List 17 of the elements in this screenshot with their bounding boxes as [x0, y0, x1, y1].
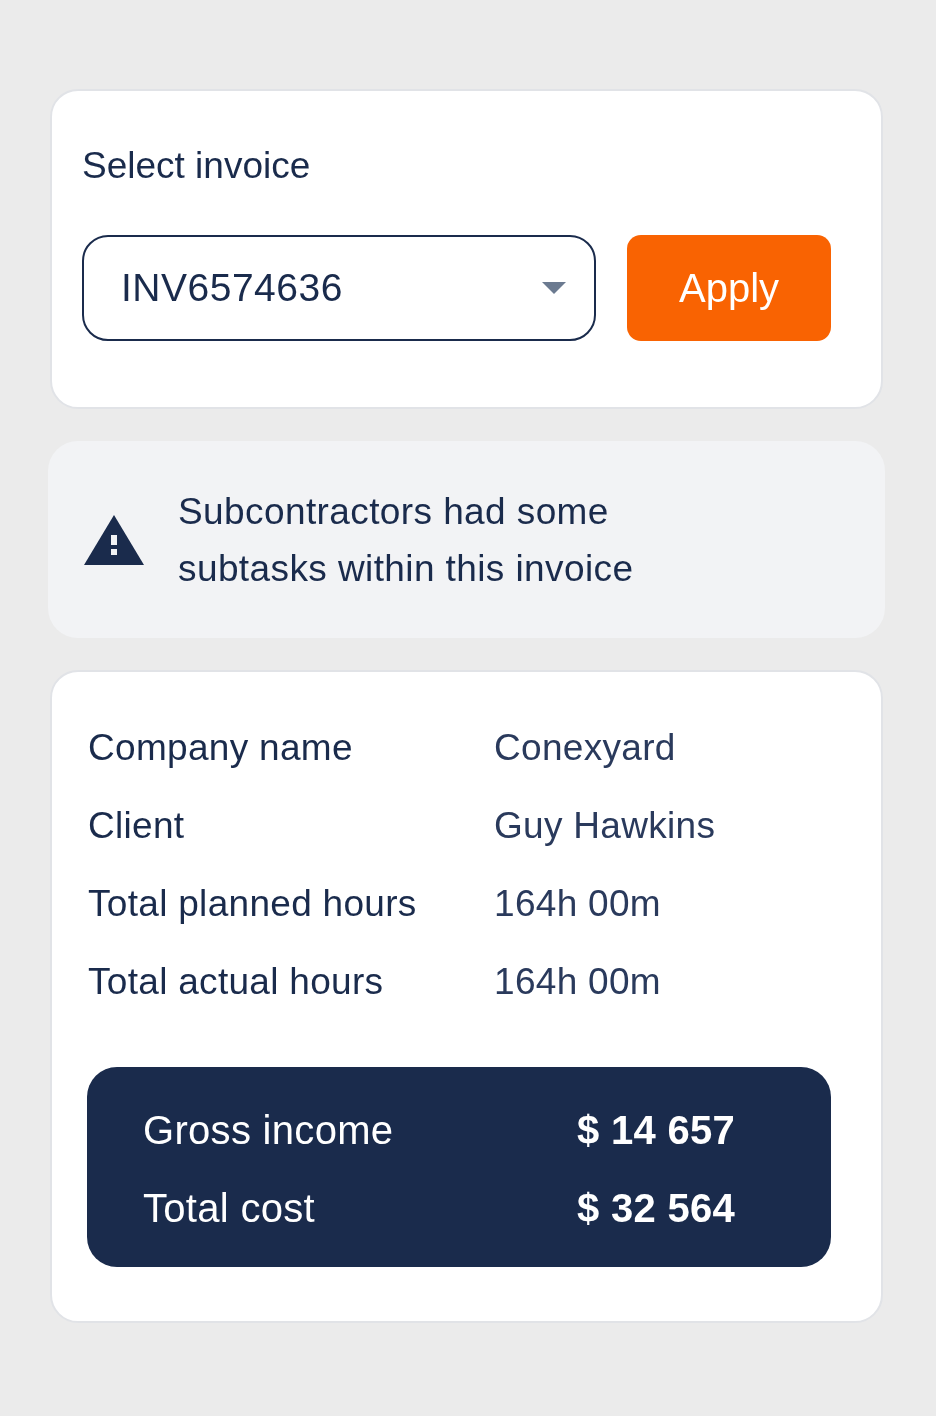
total-label: Gross income — [143, 1107, 395, 1154]
warning-icon — [84, 514, 144, 565]
detail-label: Total planned hours — [88, 882, 418, 926]
total-label: Total cost — [143, 1185, 316, 1232]
detail-value: 164h 00m — [494, 960, 662, 1004]
detail-label: Total actual hours — [88, 960, 385, 1004]
select-label: Select invoice — [82, 144, 312, 188]
total-value: $ 32 564 — [577, 1185, 737, 1232]
detail-label: Client — [88, 804, 186, 848]
detail-value: 164h 00m — [494, 882, 662, 926]
invoice-select[interactable]: INV6574636 — [82, 235, 596, 341]
detail-value: Guy Hawkins — [494, 804, 717, 848]
detail-value: Conexyard — [494, 726, 677, 770]
total-value: $ 14 657 — [577, 1107, 737, 1154]
caret-icon — [542, 282, 566, 294]
warning-message: Subcontractors had some subtasks within this invoice — [178, 489, 635, 591]
detail-label: Company name — [88, 726, 354, 770]
